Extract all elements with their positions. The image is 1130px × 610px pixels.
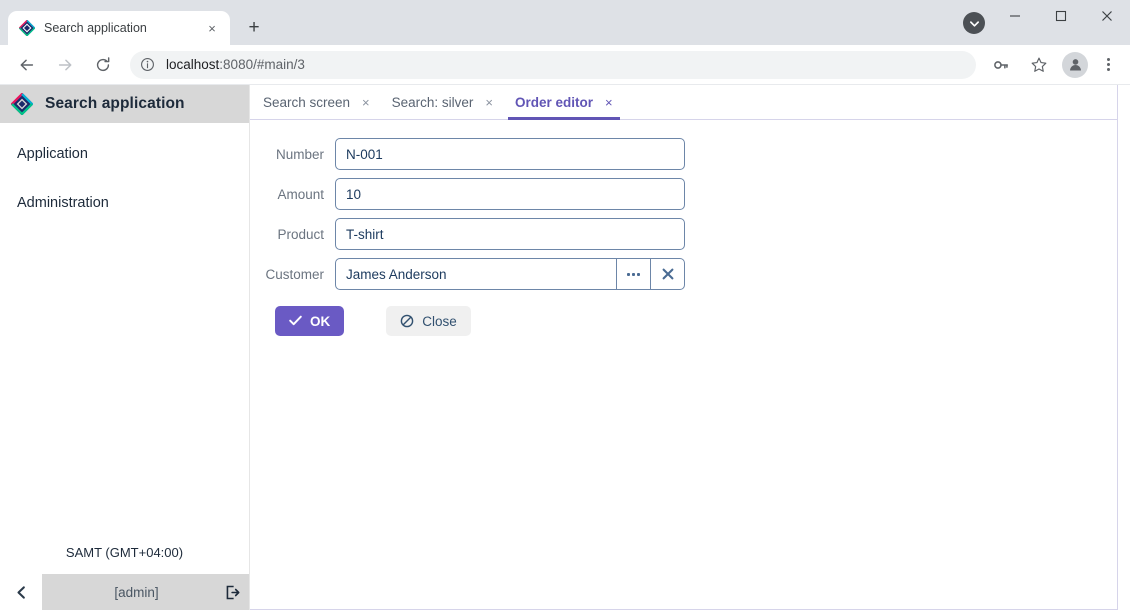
- clear-x-icon[interactable]: [650, 259, 684, 289]
- browser-tab-close-icon[interactable]: ×: [202, 18, 222, 38]
- ellipsis-dots: [626, 272, 641, 276]
- new-tab-button[interactable]: +: [240, 13, 268, 41]
- tab-close-icon[interactable]: ×: [362, 96, 370, 109]
- browser-tab-strip: Search application × +: [0, 0, 268, 45]
- form-row-customer: Customer James Anderson: [262, 258, 1117, 290]
- browser-tab-title: Search application: [44, 21, 147, 35]
- browser-tab[interactable]: Search application ×: [8, 11, 230, 45]
- ellipsis-icon[interactable]: [616, 259, 650, 289]
- timezone-label: SAMT (GMT+04:00): [65, 545, 184, 560]
- kebab-menu-icon[interactable]: [1094, 49, 1122, 81]
- amount-label: Amount: [277, 186, 324, 202]
- close-form-button-label: Close: [422, 313, 457, 329]
- tab-order-editor[interactable]: Order editor ×: [504, 85, 624, 120]
- ban-icon: [400, 314, 414, 328]
- address-bar-url: localhost:8080/#main/3: [166, 57, 305, 72]
- logout-icon[interactable]: [215, 585, 249, 600]
- amount-value: 10: [346, 186, 362, 202]
- maximize-button[interactable]: [1038, 0, 1084, 32]
- sidebar-item-administration[interactable]: Administration: [0, 184, 249, 222]
- page-viewport: Search application Application Administr…: [0, 85, 1130, 610]
- toolbar-actions: [982, 49, 1122, 81]
- ok-button[interactable]: OK: [275, 306, 345, 336]
- url-host: localhost: [166, 57, 220, 72]
- tab-search-screen[interactable]: Search screen ×: [252, 85, 381, 119]
- favicon-icon: [19, 20, 35, 36]
- close-window-button[interactable]: [1084, 0, 1130, 32]
- tab-close-icon[interactable]: ×: [605, 96, 613, 109]
- sidebar-header: Search application: [0, 85, 249, 123]
- number-value: N-001: [346, 146, 383, 162]
- user-label: [admin]: [114, 584, 159, 600]
- window-controls: [992, 0, 1130, 45]
- form-row-amount: Amount 10: [262, 178, 1117, 210]
- customer-value[interactable]: James Anderson: [336, 267, 616, 282]
- password-key-icon[interactable]: [985, 49, 1017, 81]
- product-input[interactable]: T-shirt: [335, 218, 685, 250]
- sidebar-item-label: Administration: [17, 195, 109, 211]
- tab-label: Search: silver: [391, 94, 474, 110]
- sidebar-item-label: Application: [17, 146, 88, 162]
- tab-search-silver[interactable]: Search: silver ×: [381, 85, 504, 119]
- ok-button-label: OK: [310, 313, 331, 329]
- app-title: Search application: [45, 95, 185, 112]
- back-button[interactable]: [11, 49, 43, 81]
- product-value: T-shirt: [346, 226, 384, 242]
- customer-label: Customer: [265, 266, 324, 282]
- chevron-down-icon[interactable]: [963, 12, 985, 34]
- close-form-button[interactable]: Close: [386, 306, 471, 336]
- form-actions: OK Close: [274, 306, 1117, 336]
- amount-input[interactable]: 10: [335, 178, 685, 210]
- chevron-left-icon[interactable]: [0, 574, 42, 610]
- number-input[interactable]: N-001: [335, 138, 685, 170]
- sidebar-footer: [admin]: [0, 574, 249, 610]
- sidebar: Search application Application Administr…: [0, 85, 250, 610]
- profile-avatar-icon[interactable]: [1062, 51, 1088, 78]
- order-editor-form: Number N-001 Amount 10 Product T-shirt C…: [250, 120, 1117, 336]
- main-content: Search screen × Search: silver × Order e…: [250, 85, 1130, 610]
- sidebar-nav: Application Administration: [0, 123, 249, 545]
- url-path: :8080/#main/3: [219, 57, 305, 72]
- bookmark-star-icon[interactable]: [1023, 49, 1055, 81]
- reload-button[interactable]: [87, 49, 119, 81]
- number-label: Number: [275, 146, 324, 162]
- tab-close-icon[interactable]: ×: [485, 96, 493, 109]
- browser-toolbar: localhost:8080/#main/3: [0, 45, 1130, 85]
- browser-title-bar: Search application × +: [0, 0, 1130, 45]
- address-bar[interactable]: localhost:8080/#main/3: [130, 50, 976, 79]
- check-icon: [289, 314, 302, 329]
- tab-label: Order editor: [515, 94, 594, 110]
- tab-label: Search screen: [263, 94, 351, 110]
- user-bar[interactable]: [admin]: [42, 574, 249, 610]
- minimize-button[interactable]: [992, 0, 1038, 32]
- form-row-product: Product T-shirt: [262, 218, 1117, 250]
- app-logo-icon: [11, 93, 33, 115]
- customer-lookup-field[interactable]: James Anderson: [335, 258, 685, 290]
- product-label: Product: [277, 226, 324, 242]
- browser-window: Search application × + localhost:8080/#m…: [0, 0, 1130, 610]
- sidebar-item-application[interactable]: Application: [0, 135, 249, 173]
- forward-button[interactable]: [49, 49, 81, 81]
- site-info-icon[interactable]: [140, 57, 156, 73]
- form-row-number: Number N-001: [262, 138, 1117, 170]
- tab-panel: Search screen × Search: silver × Order e…: [250, 85, 1118, 610]
- app-tab-bar: Search screen × Search: silver × Order e…: [250, 85, 1117, 120]
